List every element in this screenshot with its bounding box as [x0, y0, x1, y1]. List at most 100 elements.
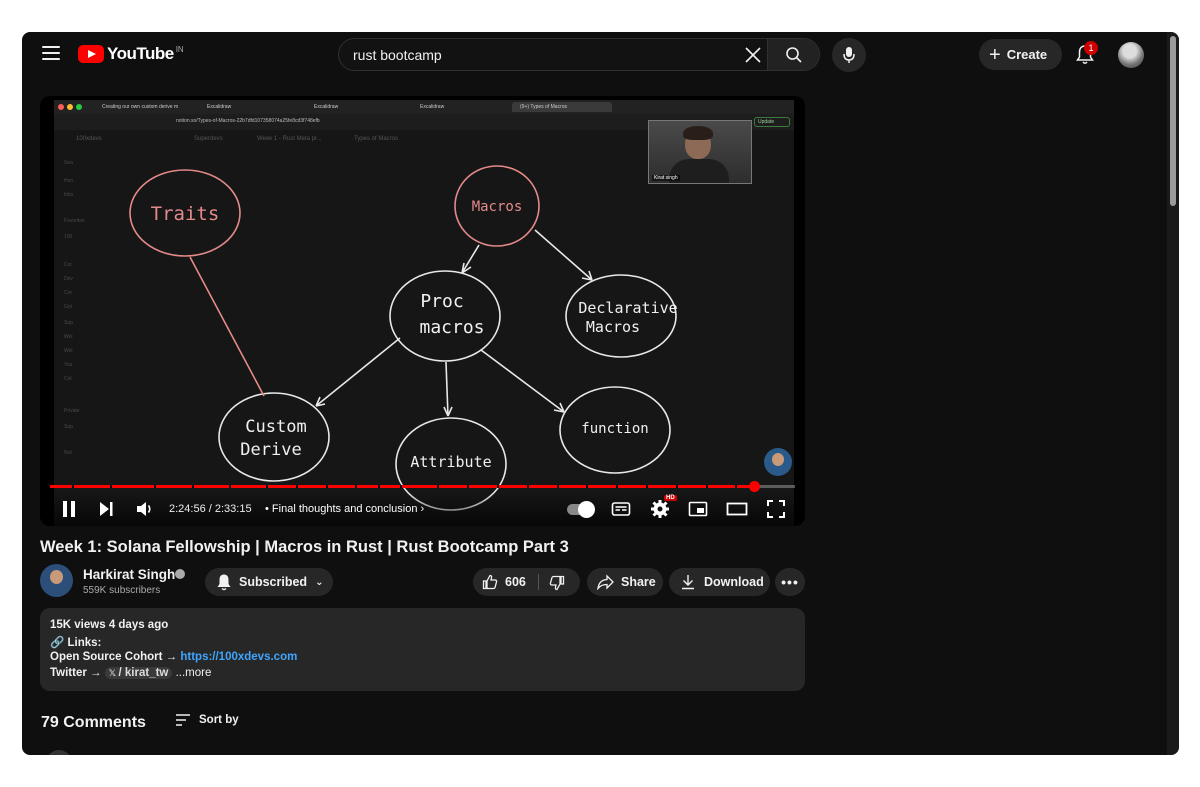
voice-search-button[interactable]	[832, 38, 866, 72]
video-frame-browser: Creating our own custom derive m Excalid…	[54, 100, 794, 526]
share-button[interactable]: Share	[587, 568, 663, 596]
share-label: Share	[621, 575, 656, 589]
chapter-marker	[191, 485, 194, 488]
chapter-marker	[437, 485, 440, 488]
channel-avatar[interactable]	[40, 564, 73, 597]
webcam-overlay: Kirat singh	[648, 120, 752, 184]
theater-mode-icon[interactable]	[726, 499, 748, 519]
account-avatar[interactable]	[1118, 42, 1144, 68]
cohort-link[interactable]: https://100xdevs.com	[180, 651, 297, 663]
verified-check-icon	[175, 569, 185, 579]
traits-edge	[189, 256, 265, 397]
fullscreen-icon[interactable]	[766, 499, 786, 519]
channel-watermark[interactable]	[764, 448, 792, 476]
chapter-bullet: •	[265, 503, 272, 515]
progress-scrubber[interactable]	[749, 481, 761, 492]
comments-count: 79 Comments	[41, 714, 146, 731]
attribute-label: Attribute	[410, 453, 491, 471]
settings-gear-icon[interactable]	[650, 499, 670, 519]
x-logo-icon: 𝕏	[108, 668, 119, 678]
next-icon[interactable]	[97, 499, 115, 519]
chapter-marker	[400, 485, 403, 488]
twitter-handle: / kirat_tw	[118, 667, 169, 679]
like-button[interactable]: 606	[473, 568, 537, 596]
proc-macros-node	[389, 270, 501, 362]
create-label: Create	[1006, 47, 1048, 62]
cohort-line: Open Source Cohort → https://100xdevs.co…	[50, 651, 297, 663]
more-actions-button[interactable]: •••	[775, 568, 805, 596]
chapter-marker	[526, 485, 529, 488]
chapter-marker	[556, 485, 559, 488]
create-button[interactable]: + Create	[979, 39, 1062, 70]
edge-arrow	[315, 337, 401, 407]
comment-author-avatar	[46, 750, 72, 755]
pause-icon[interactable]	[60, 499, 78, 519]
chapter-marker	[154, 485, 157, 488]
search-button[interactable]	[767, 39, 819, 70]
dislike-button[interactable]	[539, 568, 580, 596]
edge-arrow	[534, 229, 593, 281]
sort-by-button[interactable]: Sort by	[199, 714, 239, 726]
page-scrollbar[interactable]	[1167, 32, 1179, 755]
proc-label: Proc	[420, 291, 463, 312]
like-dislike-group: 606	[473, 568, 580, 596]
download-button[interactable]: Download	[669, 568, 770, 596]
logo-text: YouTube	[107, 44, 174, 63]
youtube-play-icon	[78, 45, 104, 63]
channel-name[interactable]: Harkirat Singh	[83, 567, 175, 582]
download-label: Download	[704, 575, 764, 589]
close-icon[interactable]	[743, 45, 763, 65]
video-title: Week 1: Solana Fellowship | Macros in Ru…	[40, 538, 569, 556]
scroll-thumb[interactable]	[1170, 36, 1176, 206]
chapter-title-text: Final thoughts and conclusion	[271, 503, 418, 515]
macros-label: Macros	[472, 199, 523, 215]
custom-label: Custom	[245, 417, 306, 437]
chapter-marker	[355, 485, 358, 488]
view-stats: 15K views 4 days ago	[50, 619, 169, 631]
miniplayer-icon[interactable]	[688, 499, 708, 519]
download-icon	[682, 575, 694, 590]
derive-label: Derive	[240, 440, 301, 460]
more-link[interactable]: ...more	[176, 667, 212, 679]
share-icon	[597, 574, 614, 590]
subscriber-count: 559K subscribers	[83, 585, 161, 596]
declarative-macros-label: Macros	[586, 318, 640, 336]
edge-arrow	[461, 244, 480, 274]
volume-icon[interactable]	[135, 499, 155, 519]
notification-count-badge: 1	[1084, 41, 1098, 55]
description-box[interactable]: 15K views 4 days ago 🔗 Links: Open Sourc…	[40, 608, 805, 691]
search-icon	[786, 47, 802, 63]
chapter-marker	[646, 485, 648, 488]
chevron-right-icon: ›	[417, 503, 425, 515]
subscribed-label: Subscribed	[239, 575, 308, 589]
twitter-line: Twitter → 𝕏 / kirat_tw ...more	[50, 667, 211, 679]
chapter-marker	[109, 485, 112, 488]
more-horizontal-icon: •••	[781, 574, 799, 590]
chapter-marker	[705, 485, 708, 488]
like-count: 606	[505, 575, 526, 589]
mic-icon	[843, 47, 855, 63]
chapter-marker	[497, 485, 499, 488]
hd-badge: HD	[664, 495, 677, 501]
sort-icon[interactable]	[175, 713, 191, 727]
function-label: function	[581, 421, 648, 437]
menu-icon[interactable]	[42, 46, 60, 60]
cohort-label: Open Source Cohort →	[50, 651, 178, 663]
player-controls: 2:24:56 / 2:33:15 • Final thoughts and c…	[40, 492, 805, 526]
search-input[interactable]	[339, 39, 769, 70]
youtube-logo[interactable]: YouTube IN	[78, 44, 184, 64]
thumbs-up-icon	[482, 574, 498, 590]
subtitles-icon[interactable]	[611, 499, 631, 519]
subscribed-button[interactable]: Subscribed ⌄	[205, 568, 333, 596]
chapter-marker	[675, 485, 678, 488]
twitter-handle-chip[interactable]: 𝕏 / kirat_tw	[104, 667, 173, 679]
links-heading: 🔗 Links:	[50, 635, 101, 649]
chapter-title[interactable]: • Final thoughts and conclusion ›	[265, 503, 424, 515]
chapter-marker	[72, 485, 75, 488]
declarative-label: Declarative	[578, 299, 677, 317]
autoplay-toggle-knob	[578, 501, 595, 518]
video-player[interactable]: Creating our own custom derive m Excalid…	[40, 96, 805, 526]
chapter-marker	[616, 485, 619, 488]
plus-icon: +	[989, 43, 1001, 66]
edge-arrow	[480, 349, 565, 413]
